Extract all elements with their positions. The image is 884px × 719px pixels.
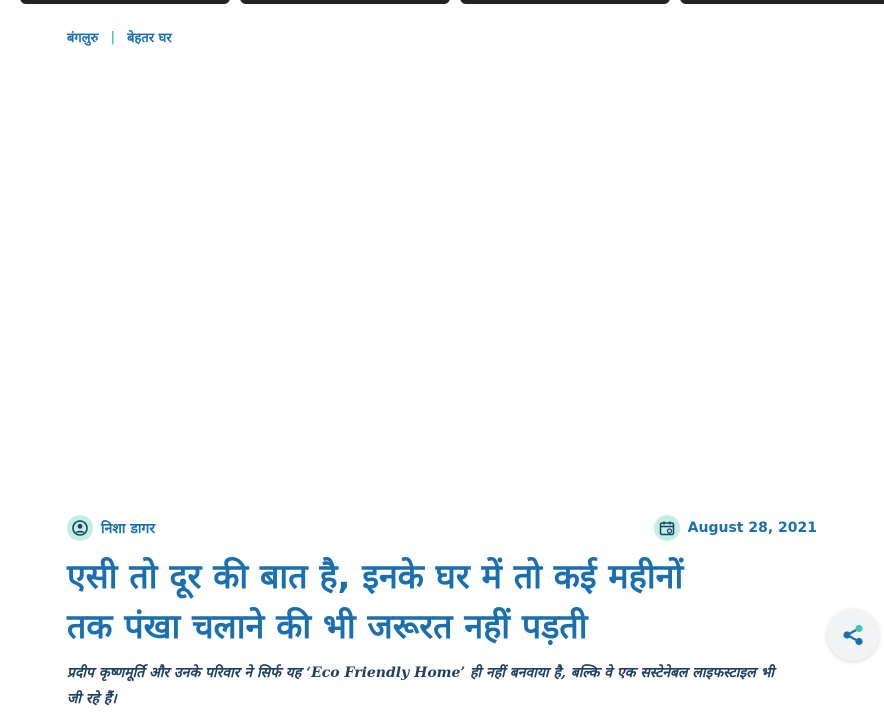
share-icon [843,624,863,646]
article-meta: निशा डागर August 28, 2021 [67,514,817,542]
headline-line-2: तक पंखा चलाने की भी जरूरत नहीं पड़ती [67,607,588,647]
nav-tab[interactable] [460,0,670,4]
breadcrumb-city-link[interactable]: बंगलुरु [67,28,98,46]
breadcrumb-separator: | [110,29,116,45]
hero-image-area [0,60,884,500]
nav-tab[interactable] [20,0,230,4]
top-navigation-tabs [20,0,884,4]
article-page: बंगलुरु | बेहतर घर निशा डागर August 28, … [0,0,884,719]
nav-tab[interactable] [240,0,450,4]
author-name[interactable]: निशा डागर [101,519,155,538]
article-summary: प्रदीप कृष्णमूर्ति और उनके परिवार ने सिर… [67,665,775,707]
headline-line-1: एसी तो दूर की बात है, इनके घर में तो कई … [67,557,684,597]
calendar-icon [653,515,680,541]
article-headline: एसी तो दूर की बात है, इनके घर में तो कई … [67,552,807,652]
breadcrumb: बंगलुरु | बेहतर घर [67,28,172,47]
publish-date: August 28, 2021 [687,520,817,536]
breadcrumb-category-link[interactable]: बेहतर घर [127,28,172,46]
user-circle-icon [67,515,93,541]
share-button[interactable] [827,609,879,661]
date-info: August 28, 2021 [653,515,817,541]
author-info[interactable]: निशा डागर [67,515,155,541]
nav-tab[interactable] [680,0,884,4]
